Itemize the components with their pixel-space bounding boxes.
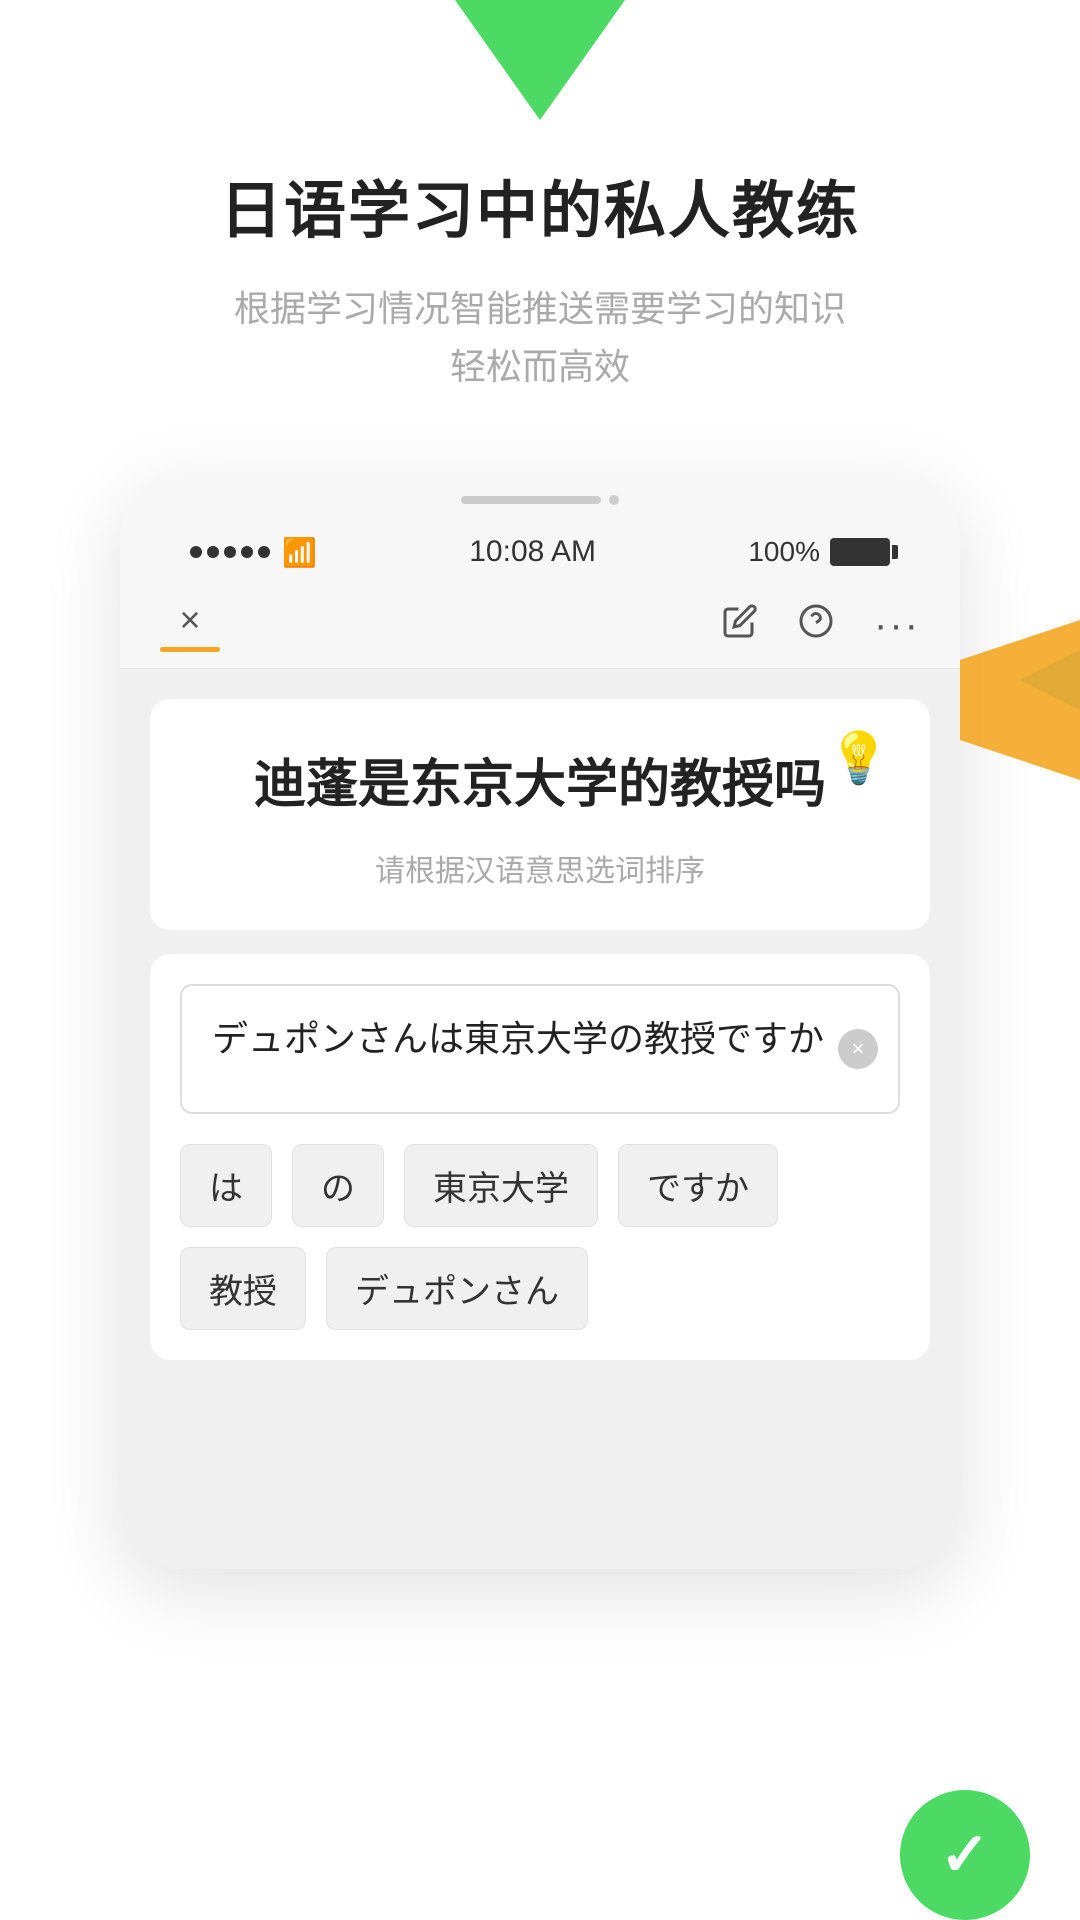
battery-percent: 100%	[748, 536, 820, 568]
phone-content: 💡 迪蓬是东京大学的教授吗 请根据汉语意思选词排序 デュポンさんは東京大学の教授…	[120, 669, 960, 1569]
word-chip[interactable]: 東京大学	[404, 1144, 598, 1227]
sub-title-line2: 轻松而高效	[220, 338, 860, 396]
signal-dot-4	[241, 546, 253, 558]
phone-top-bar: 📶 10:08 AM 100%	[120, 475, 960, 579]
question-card: 💡 迪蓬是东京大学的教授吗 请根据汉语意思选词排序	[150, 699, 930, 930]
bottom-check-button[interactable]	[900, 1790, 1030, 1920]
orange-underline	[160, 647, 220, 652]
main-content: 日语学习中的私人教练 根据学习情况智能推送需要学习的知识 轻松而高效	[0, 0, 1080, 1569]
word-chip[interactable]: デュポンさん	[326, 1247, 588, 1330]
title-section: 日语学习中的私人教练 根据学习情况智能推送需要学习的知识 轻松而高效	[220, 160, 860, 395]
question-hint: 请根据汉语意思选词排序	[200, 846, 880, 890]
sub-title-line1: 根据学习情况智能推送需要学习的知识	[220, 280, 860, 338]
edit-icon[interactable]	[722, 603, 758, 648]
status-bar: 📶 10:08 AM 100%	[160, 525, 920, 579]
phone-mockup: 📶 10:08 AM 100% ×	[120, 475, 960, 1569]
current-answer-text: デュポンさんは東京大学の教授ですか	[212, 1018, 824, 1059]
wifi-icon: 📶	[282, 536, 317, 569]
answer-input-area[interactable]: デュポンさんは東京大学の教授ですか ×	[180, 984, 900, 1114]
header-icons: ···	[722, 603, 920, 648]
signal-dots	[190, 546, 270, 558]
more-icon[interactable]: ···	[874, 603, 920, 648]
word-chip[interactable]: 教授	[180, 1247, 306, 1330]
word-chip[interactable]: は	[180, 1144, 272, 1227]
word-chip[interactable]: の	[292, 1144, 384, 1227]
clear-answer-button[interactable]: ×	[838, 1029, 878, 1069]
help-icon[interactable]	[798, 603, 834, 648]
word-chip[interactable]: ですか	[618, 1144, 778, 1227]
close-button-wrap[interactable]: ×	[160, 599, 220, 652]
signal-dot-3	[224, 546, 236, 558]
indicator-dot	[609, 495, 619, 505]
top-triangle-decoration	[455, 0, 625, 120]
signal-dot-5	[258, 546, 270, 558]
signal-dot-1	[190, 546, 202, 558]
main-title: 日语学习中的私人教练	[220, 160, 860, 250]
sub-title: 根据学习情况智能推送需要学习的知识 轻松而高效	[220, 280, 860, 395]
answer-card: デュポンさんは東京大学の教授ですか × はの東京大学ですか教授デュポンさん	[150, 954, 930, 1360]
status-time: 10:08 AM	[469, 535, 596, 569]
right-triangle-decoration	[960, 620, 1080, 770]
close-button[interactable]: ×	[179, 599, 200, 641]
battery-icon	[830, 538, 890, 566]
word-chips-container: はの東京大学ですか教授デュポンさん	[180, 1144, 900, 1330]
status-right: 100%	[748, 536, 890, 568]
app-header: × ···	[120, 579, 960, 652]
phone-indicator	[160, 495, 920, 505]
status-left: 📶	[190, 536, 317, 569]
bulb-icon: 💡	[828, 729, 890, 788]
question-text: 迪蓬是东京大学的教授吗	[200, 749, 880, 822]
indicator-line	[461, 496, 601, 504]
signal-dot-2	[207, 546, 219, 558]
